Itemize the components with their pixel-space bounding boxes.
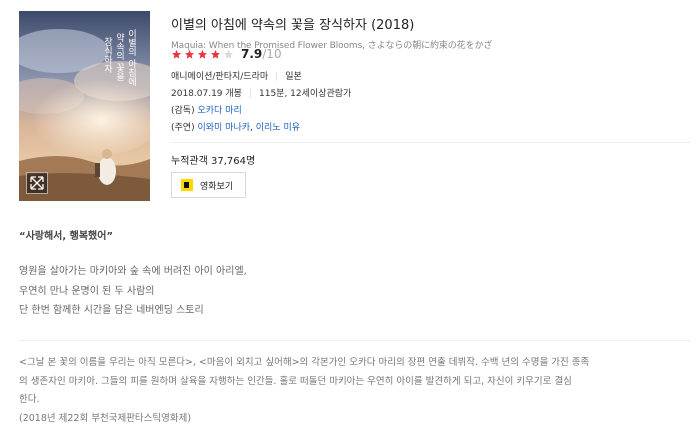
audience-count: 누적관객 37,764명 — [171, 156, 256, 167]
play-logo-icon — [181, 179, 193, 191]
director-link[interactable]: 오카다 마리 — [197, 106, 241, 116]
rating-max: /10 — [262, 47, 282, 61]
movie-detail-page: 이별의 아침에 약속의 꽃을 장식하자 이별의 아침에 약속의 꽃을 장식하자 … — [0, 0, 700, 445]
rating-value: 7.9 — [241, 47, 263, 61]
poster-title-line-3: 장식하자 — [102, 37, 112, 74]
cast-link[interactable]: 이와미 마나카 — [197, 123, 250, 133]
expand-icon[interactable] — [26, 172, 48, 194]
star-filled-icon — [197, 49, 208, 59]
star-filled-icon — [184, 49, 195, 59]
tagline: “사랑해서, 행복했어” — [19, 231, 114, 242]
release-date: 2018.07.19 개봉 — [171, 89, 242, 99]
cast-row: (주연) 이와미 마나카, 이리노 미유 — [171, 120, 300, 133]
genre: 애니메이션/판타지/드라마 — [171, 72, 269, 82]
description-line: 의 생존자인 마키아. 그들의 피를 원하며 살육을 자행하는 인간들. 홀로 … — [19, 375, 572, 387]
movie-title: 이별의 아침에 약속의 꽃을 장식하자 (2018) — [171, 14, 691, 33]
description-line: 한다. — [19, 394, 40, 405]
divider — [171, 142, 691, 143]
synopsis-line: 영원을 살아가는 마키아와 숲 속에 버려진 아이 아리엘, — [19, 266, 247, 277]
description-line: (2018년 제22회 부천국제판타스틱영화제) — [19, 412, 192, 424]
separator: | — [275, 72, 279, 82]
genre-country-row: 애니메이션/판타지/드라마 | 일본 — [171, 69, 302, 82]
director-row: (감독) 오카다 마리 — [171, 103, 242, 116]
star-empty-icon — [223, 49, 234, 59]
cast-link[interactable]: 이리노 미유 — [256, 123, 300, 133]
director-label: (감독) — [171, 106, 195, 116]
star-filled-icon — [210, 49, 221, 59]
synopsis-line: 우연히 만나 운명이 된 두 사람의 — [19, 285, 155, 297]
star-filled-icon — [171, 49, 182, 59]
description-line: <그날 본 꽃의 이름을 우리는 아직 모른다>, <마음이 외치고 싶어해>의… — [19, 357, 590, 368]
movie-year: (2018) — [371, 18, 415, 33]
watch-movie-button[interactable]: 영화보기 — [171, 172, 246, 198]
release-row: 2018.07.19 개봉 | 115분, 12세이상관람가 — [171, 86, 351, 99]
section-divider — [19, 340, 691, 341]
movie-poster[interactable]: 이별의 아침에 약속의 꽃을 장식하자 — [19, 11, 150, 201]
cast-label: (주연) — [171, 123, 195, 133]
synopsis-line: 단 한번 함께한 시간을 담은 네버엔딩 스토리 — [19, 305, 204, 316]
star-rating — [171, 45, 236, 64]
rating: 7.9 /10 — [171, 46, 282, 62]
movie-title-text: 이별의 아침에 약속의 꽃을 장식하자 — [171, 18, 367, 33]
poster-title-line-2: 약속의 꽃을 — [114, 32, 124, 81]
runtime-age-rating: 115분, 12세이상관람가 — [259, 89, 352, 99]
synopsis: 영원을 살아가는 마키아와 숲 속에 버려진 아이 아리엘, 우연히 만나 운명… — [19, 262, 247, 321]
separator: | — [248, 89, 252, 99]
description: <그날 본 꽃의 이름을 우리는 아직 모른다>, <마음이 외치고 싶어해>의… — [19, 354, 691, 428]
watch-movie-label: 영화보기 — [200, 181, 234, 192]
country: 일본 — [285, 72, 302, 82]
poster-title-line-1: 이별의 아침에 — [126, 29, 136, 87]
